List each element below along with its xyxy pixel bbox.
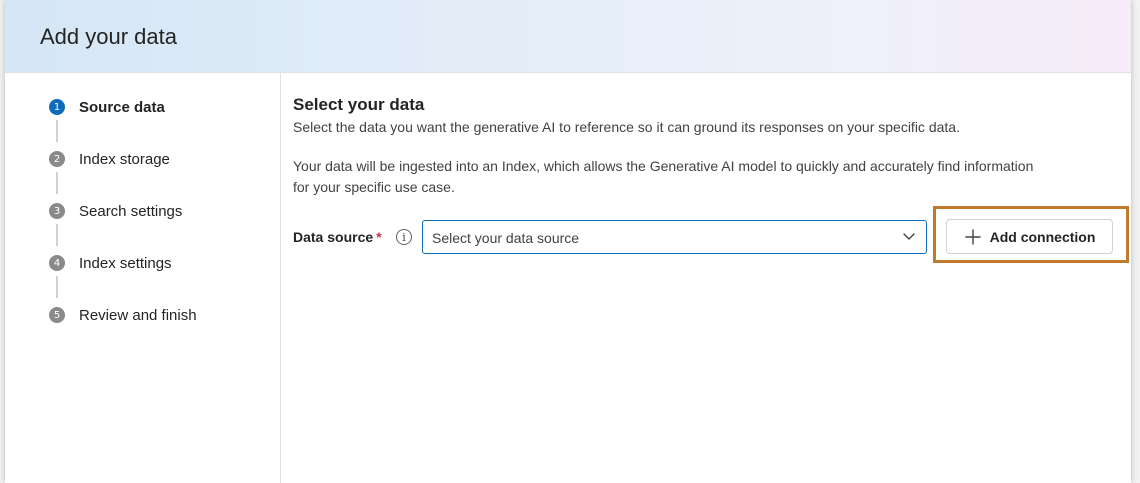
step-connector	[56, 276, 58, 298]
step-number-badge: 5	[49, 307, 65, 323]
dialog-header: Add your data	[5, 0, 1131, 73]
chevron-down-icon	[903, 233, 915, 240]
step-number-badge: 2	[49, 151, 65, 167]
dialog-title: Add your data	[40, 24, 177, 49]
source-data-content: Select your data Select the data you wan…	[293, 95, 1113, 198]
data-source-dropdown[interactable]: Select your data source	[422, 220, 927, 254]
data-source-label: Data source *	[293, 229, 382, 245]
required-asterisk: *	[376, 229, 382, 245]
step-label: Index settings	[79, 254, 172, 272]
step-label: Source data	[79, 98, 165, 116]
wizard-step-search-settings[interactable]: 3 Search settings	[49, 199, 182, 223]
step-label: Index storage	[79, 150, 170, 168]
step-connector	[56, 224, 58, 246]
step-label: Review and finish	[79, 306, 197, 324]
wizard-step-index-storage[interactable]: 2 Index storage	[49, 147, 170, 171]
add-connection-button[interactable]: Add connection	[946, 219, 1113, 254]
wizard-step-source-data[interactable]: 1 Source data	[49, 95, 165, 119]
step-number-badge: 4	[49, 255, 65, 271]
section-title: Select your data	[293, 95, 425, 114]
plus-icon	[964, 228, 981, 245]
section-description: Select the data you want the generative …	[293, 119, 960, 135]
step-label: Search settings	[79, 202, 183, 220]
step-connector	[56, 120, 58, 142]
data-source-placeholder: Select your data source	[432, 230, 580, 246]
step-number-badge: 1	[49, 99, 65, 115]
info-icon[interactable]: i	[396, 229, 412, 245]
wizard-steps-nav: 1 Source data 2 Index storage 3 Search s…	[5, 73, 281, 483]
wizard-step-review-and-finish[interactable]: 5 Review and finish	[49, 303, 197, 327]
wizard-step-index-settings[interactable]: 4 Index settings	[49, 251, 172, 275]
add-connection-label: Add connection	[989, 228, 1096, 245]
step-number-badge: 3	[49, 203, 65, 219]
index-description: Your data will be ingested into an Index…	[293, 158, 1034, 195]
step-connector	[56, 172, 58, 194]
